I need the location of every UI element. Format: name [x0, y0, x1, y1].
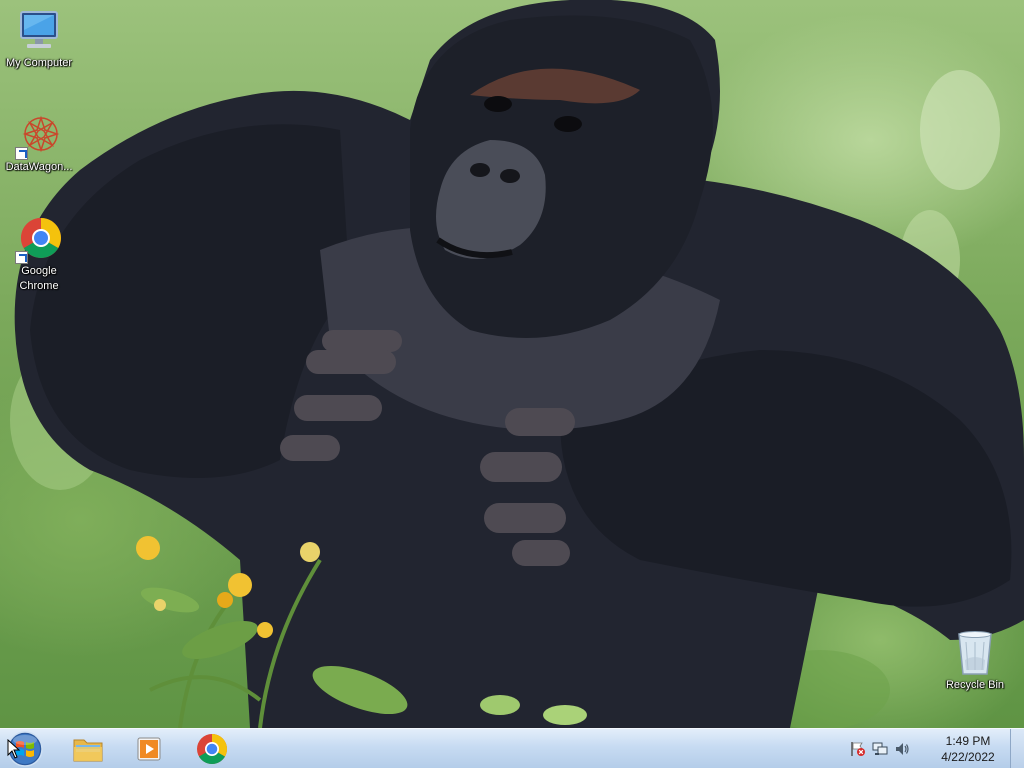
clock-date: 4/22/2022	[941, 750, 995, 764]
file-explorer-icon	[73, 739, 103, 762]
system-tray: 1:49 PM 4/22/2022	[846, 729, 1006, 768]
computer-icon	[15, 8, 63, 56]
datawagon-icon	[15, 112, 63, 160]
desktop-wallpaper	[0, 0, 1024, 728]
desktop-icon-google-chrome[interactable]: Google Chrome	[1, 216, 77, 294]
shortcut-arrow-icon	[15, 251, 28, 264]
recycle-bin-icon	[951, 630, 999, 678]
volume-icon[interactable]	[894, 741, 910, 757]
clock-time: 1:49 PM	[945, 734, 991, 748]
desktop-icon-label: My Computer	[5, 57, 73, 69]
taskbar-file-explorer-button[interactable]	[62, 731, 114, 767]
taskbar-chrome-button[interactable]	[186, 731, 238, 767]
desktop-icon-label: Recycle Bin	[945, 679, 1005, 691]
taskbar-media-player-button[interactable]	[124, 731, 176, 767]
mouse-pointer-icon	[7, 739, 21, 759]
desktop-icon-my-computer[interactable]: My Computer	[1, 8, 77, 71]
desktop-icon-label: Chrome	[19, 280, 59, 292]
show-desktop-button[interactable]	[1010, 729, 1024, 768]
taskbar-clock[interactable]: 1:49 PM 4/22/2022	[930, 733, 1006, 765]
media-player-icon	[137, 737, 161, 761]
action-center-flag-icon[interactable]	[850, 741, 866, 757]
shortcut-arrow-icon	[15, 147, 28, 160]
gorilla-wallpaper-image	[10, 0, 1024, 728]
desktop-icon-label: Google	[21, 265, 57, 277]
desktop-icon-datawagon[interactable]: DataWagon...	[1, 112, 77, 175]
chrome-icon	[197, 734, 228, 765]
network-icon[interactable]	[872, 741, 888, 757]
chrome-icon	[15, 216, 63, 264]
taskbar: 1:49 PM 4/22/2022	[0, 728, 1024, 768]
desktop-icon-label: DataWagon...	[5, 161, 73, 173]
desktop-icon-recycle-bin[interactable]: Recycle Bin	[937, 630, 1013, 693]
